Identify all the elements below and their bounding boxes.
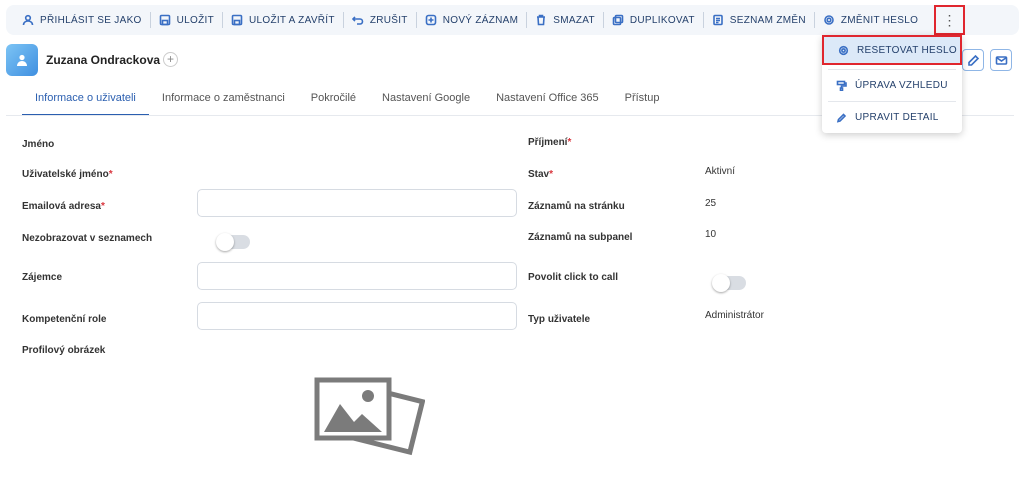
records-per-page-value: 25 <box>705 198 717 209</box>
duplicate-button[interactable]: DUPLIKOVAT <box>604 9 703 31</box>
user-type-label: Typ uživatele <box>528 314 591 325</box>
delete-button[interactable]: SMAZAT <box>527 9 603 31</box>
trash-icon <box>537 14 546 26</box>
click-to-call-toggle[interactable] <box>712 274 746 292</box>
image-placeholder-icon[interactable] <box>310 372 425 467</box>
status-label: Stav* <box>528 169 554 180</box>
save-icon <box>159 14 170 26</box>
edit-button[interactable] <box>962 49 984 71</box>
click-to-call-label: Povolit click to call <box>528 272 619 283</box>
record-title: Zuzana Ondrackova <box>46 53 161 67</box>
tab-bar: Informace o uživateli Informace o zaměst… <box>22 88 672 116</box>
status-value: Aktivní <box>705 166 736 177</box>
records-per-subpanel-label: Záznamů na subpanel <box>528 232 633 243</box>
lead-input[interactable] <box>197 262 517 290</box>
competence-role-input[interactable] <box>197 302 517 330</box>
reset-password-menu-item[interactable]: RESETOVAT HESLO <box>822 35 962 65</box>
records-per-subpanel-value: 10 <box>705 229 717 240</box>
lead-label: Zájemce <box>22 272 63 283</box>
undo-icon <box>351 16 364 25</box>
email-button[interactable] <box>990 49 1012 71</box>
duplicate-icon <box>612 14 624 26</box>
more-actions-button[interactable]: ⋮ <box>934 5 965 35</box>
login-as-button[interactable]: PŘIHLÁSIT SE JAKO <box>14 9 150 31</box>
save-and-close-button[interactable]: ULOŽIT A ZAVŘÍT <box>223 9 343 31</box>
action-toolbar: PŘIHLÁSIT SE JAKO ULOŽIT ULOŽIT A ZAVŘÍT… <box>6 5 1019 35</box>
hide-in-lists-toggle[interactable] <box>216 233 250 251</box>
change-password-button[interactable]: ZMĚNIT HESLO <box>815 9 926 31</box>
tab-advanced[interactable]: Pokročilé <box>298 88 369 116</box>
add-favorite-button[interactable]: + <box>163 52 178 67</box>
new-record-button[interactable]: NOVÝ ZÁZNAM <box>417 9 527 31</box>
mail-icon <box>995 55 1007 65</box>
save-button[interactable]: ULOŽIT <box>151 9 222 31</box>
user-avatar-icon <box>17 54 27 66</box>
edit-icon <box>967 54 979 66</box>
plus-circle-icon <box>425 14 437 26</box>
tab-employee-info[interactable]: Informace o zaměstnanci <box>149 88 298 116</box>
cancel-button[interactable]: ZRUŠIT <box>344 9 416 31</box>
pencil-icon <box>836 112 847 123</box>
tab-access[interactable]: Přístup <box>612 88 673 116</box>
last-name-label: Příjmení* <box>528 137 572 148</box>
email-label: Emailová adresa* <box>22 201 105 212</box>
tab-user-info[interactable]: Informace o uživateli <box>22 88 149 116</box>
appearance-menu-item[interactable]: ÚPRAVA VZHLEDU <box>822 70 962 100</box>
avatar <box>6 44 38 76</box>
gear-icon <box>824 15 834 25</box>
hide-in-lists-label: Nezobrazovat v seznamech <box>22 233 153 244</box>
edit-detail-menu-item[interactable]: UPRAVIT DETAIL <box>822 102 962 132</box>
user-type-value: Administrátor <box>705 310 764 321</box>
gear-icon <box>838 45 849 55</box>
username-label: Uživatelské jméno* <box>22 169 113 180</box>
first-name-label: Jméno <box>22 139 55 150</box>
records-per-page-label: Záznamů na stránku <box>528 201 625 212</box>
more-actions-menu: RESETOVAT HESLO ÚPRAVA VZHLEDU UPRAVIT D… <box>822 35 962 133</box>
changelog-button[interactable]: SEZNAM ZMĚN <box>704 9 814 31</box>
competence-role-label: Kompetenční role <box>22 314 107 325</box>
tab-google-settings[interactable]: Nastavení Google <box>369 88 483 116</box>
save-close-icon <box>231 14 243 26</box>
profile-picture-label: Profilový obrázek <box>22 345 106 356</box>
email-input[interactable] <box>197 189 517 217</box>
user-icon <box>22 14 34 26</box>
changelog-icon <box>712 14 723 26</box>
tab-office365-settings[interactable]: Nastavení Office 365 <box>483 88 612 116</box>
paint-roller-icon <box>836 80 847 91</box>
